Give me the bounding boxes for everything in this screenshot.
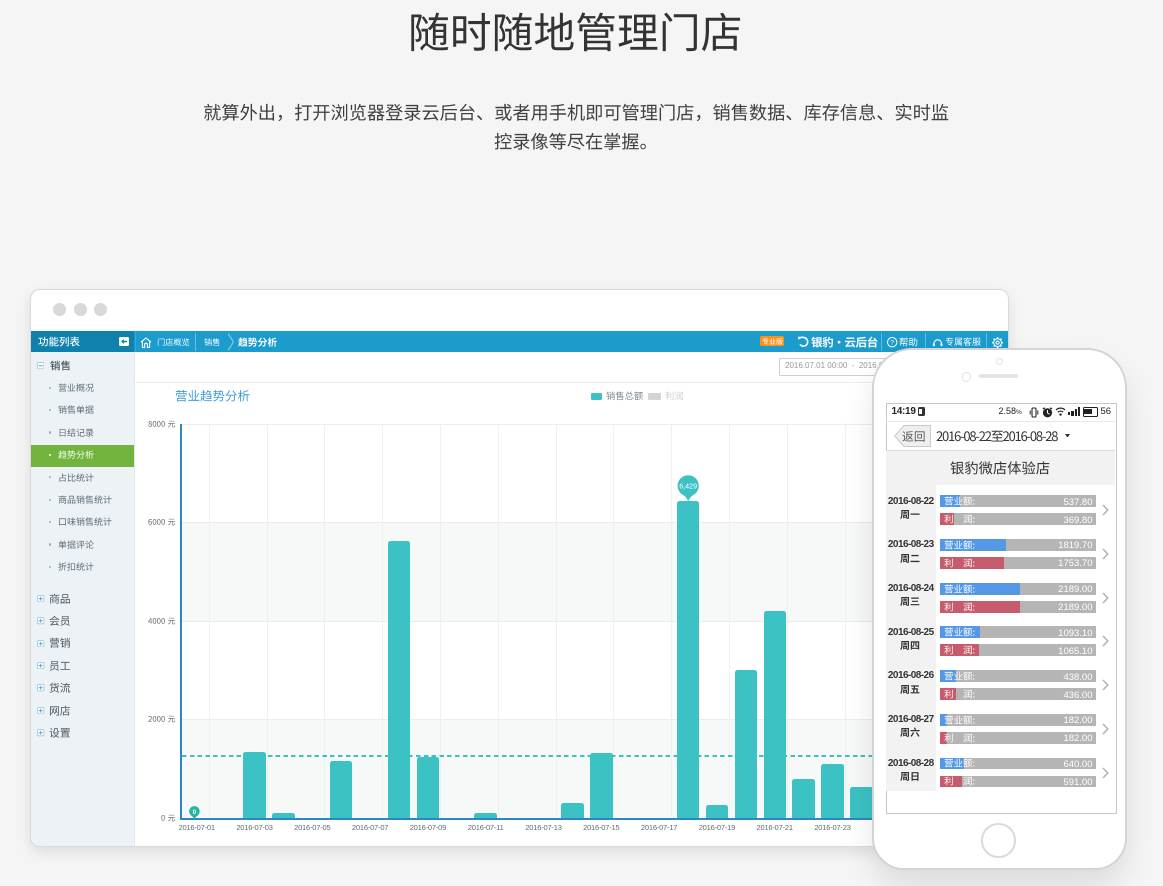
svg-text:0: 0 (193, 808, 197, 815)
svg-text:?: ? (891, 340, 895, 347)
svg-text:6,429: 6,429 (679, 481, 697, 490)
